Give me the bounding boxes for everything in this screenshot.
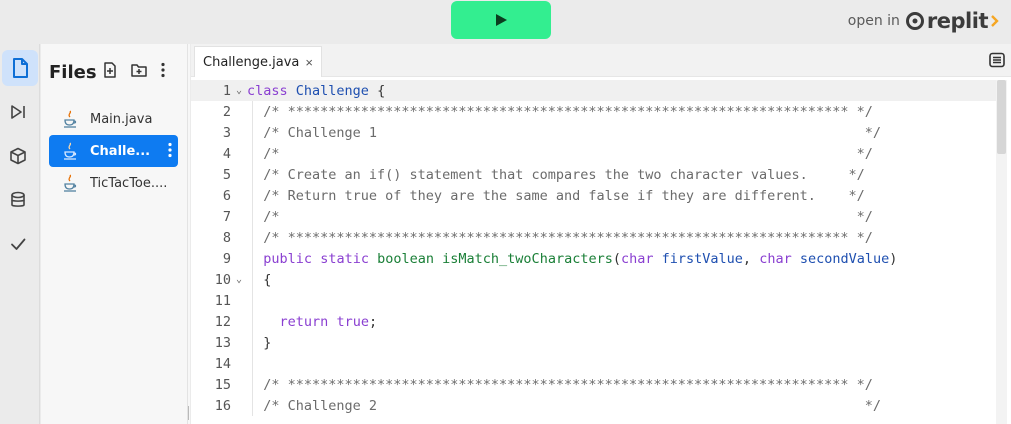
file-name: TicTacToe.... (90, 175, 168, 191)
line-text: /* Challenge 1 */ (247, 124, 881, 141)
code-line: 4 /* */ (222, 145, 873, 162)
database-icon (11, 191, 25, 207)
line-text: /* Return true of they are the same and … (247, 187, 865, 204)
fold-icon[interactable]: ⌄ (231, 274, 247, 285)
java-icon (62, 110, 78, 128)
line-text: /* *************************************… (247, 376, 873, 393)
file-icon (13, 58, 28, 78)
code-line: 8 /* ***********************************… (222, 229, 873, 246)
line-text: { (247, 271, 272, 288)
cube-icon (10, 147, 26, 165)
file-name: Challe... (90, 143, 151, 159)
file-item-challenge-java[interactable]: Challe... (49, 135, 178, 167)
replit-logo-icon (905, 12, 924, 30)
code-line: 6 /* Return true of they are the same an… (222, 187, 865, 204)
code-area[interactable]: 1 ⌄ class Challenge { 2 /* *************… (191, 80, 996, 424)
replit-logo: replit (905, 9, 999, 33)
check-icon (11, 238, 26, 250)
code-line: 9 public static boolean isMatch_twoChara… (222, 250, 898, 267)
files-panel: Files Main.java Challe... TicTacToe.... (41, 44, 187, 424)
rail-item-debugger[interactable] (0, 94, 36, 130)
line-text: /* Challenge 2 */ (247, 397, 881, 414)
file-item-main-java[interactable]: Main.java (49, 103, 178, 135)
code-line: 13 } (214, 334, 272, 351)
activity-rail (0, 44, 40, 424)
panel-resize-handle[interactable] (187, 44, 190, 424)
line-text: public static boolean isMatch_twoCharact… (263, 250, 898, 267)
replit-wordmark: replit (926, 9, 989, 33)
new-file-icon[interactable] (103, 62, 117, 78)
code-line: 2 /* ***********************************… (222, 103, 873, 120)
java-icon (62, 142, 78, 160)
line-text: /* Create an if() statement that compare… (247, 166, 865, 183)
code-line: 5 /* Create an if() statement that compa… (222, 166, 865, 183)
file-name: Main.java (90, 111, 153, 127)
tab-challenge-java[interactable]: Challenge.java × (194, 46, 322, 77)
play-icon (496, 14, 507, 26)
rail-item-packages[interactable] (0, 138, 36, 174)
file-options-icon[interactable] (168, 142, 172, 158)
code-line: 15 /* **********************************… (214, 376, 873, 393)
file-item-tictactoe-java[interactable]: TicTacToe.... (49, 167, 178, 199)
line-text: } (247, 334, 272, 351)
replit-chevron-icon (991, 15, 999, 27)
open-in-replit[interactable]: open in replit (848, 9, 999, 33)
java-icon (62, 174, 78, 192)
code-line: 11 (214, 292, 231, 309)
line-text: /* *************************************… (247, 103, 873, 120)
code-line: 12 return true; (214, 313, 378, 330)
rail-item-database[interactable] (0, 182, 36, 218)
scrollbar-thumb[interactable] (997, 80, 1006, 154)
code-line: 14 (214, 355, 231, 372)
line-text: class Challenge { (247, 82, 386, 99)
tab-close-icon[interactable]: × (305, 55, 313, 70)
code-line: 7 /* */ (222, 208, 873, 225)
line-text: return true; (279, 313, 378, 330)
tab-label: Challenge.java (203, 54, 300, 70)
files-header: Files (49, 60, 185, 84)
run-button[interactable] (451, 1, 551, 39)
line-text: /* *************************************… (247, 229, 873, 246)
open-in-label: open in (847, 13, 900, 29)
line-text: /* */ (247, 208, 873, 225)
editor-layout-icon[interactable] (989, 52, 1005, 68)
code-editor: Challenge.java × 1 ⌄ class Challenge { 2… (191, 44, 1011, 424)
files-title: Files (49, 61, 97, 83)
rail-item-tests[interactable] (0, 226, 36, 262)
step-forward-icon (11, 105, 25, 119)
code-line: 1 ⌄ class Challenge { (191, 80, 996, 101)
code-line: 10 ⌄ { (214, 271, 272, 288)
rail-item-files[interactable] (2, 50, 38, 86)
top-bar: open in replit (0, 0, 1011, 44)
line-text: /* */ (247, 145, 873, 162)
editor-scrollbar[interactable] (996, 80, 1007, 424)
more-options-icon[interactable] (161, 62, 165, 78)
new-folder-icon[interactable] (131, 63, 147, 77)
code-line: 16 /* Challenge 2 */ (214, 397, 881, 414)
fold-icon[interactable]: ⌄ (231, 85, 247, 96)
line-number: 1 (222, 82, 231, 99)
code-line: 3 /* Challenge 1 */ (222, 124, 881, 141)
editor-tab-bar: Challenge.java × (191, 44, 1011, 77)
